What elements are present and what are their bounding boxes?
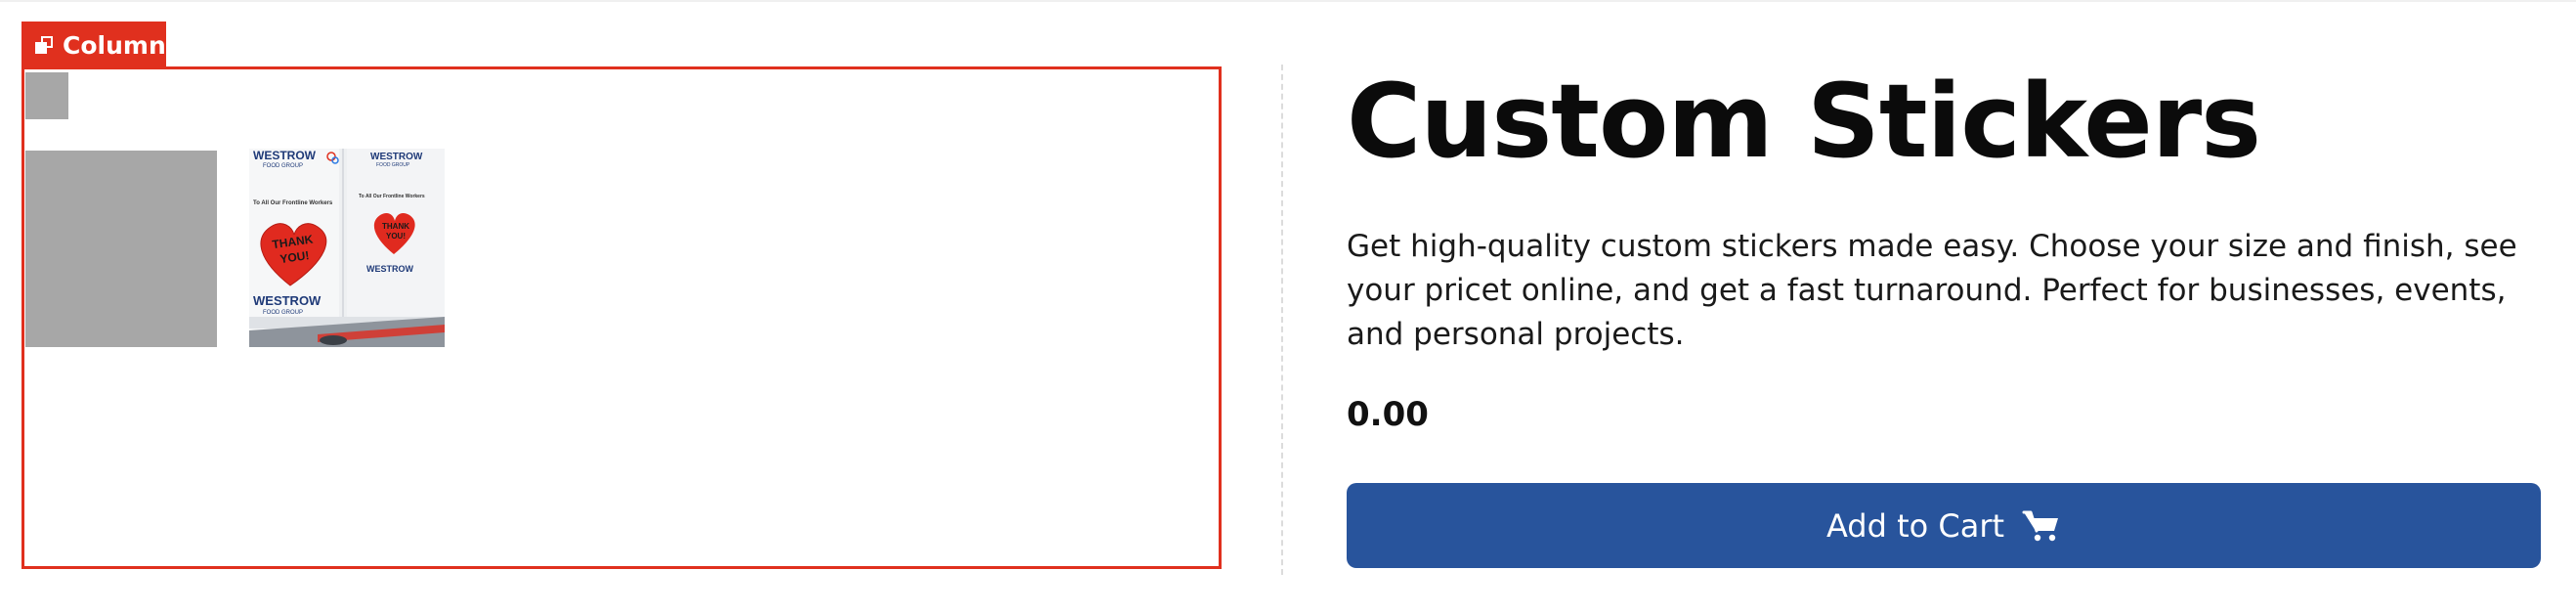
add-to-cart-button[interactable]: Add to Cart: [1347, 483, 2541, 568]
column-badge[interactable]: Column: [21, 22, 166, 68]
columns-icon: [35, 36, 53, 54]
product-price: 0.00: [1347, 395, 1429, 434]
product-description: Get high-quality custom stickers made ea…: [1347, 229, 2517, 352]
svg-text:YOU!: YOU!: [386, 232, 406, 241]
column-badge-label: Column: [63, 30, 166, 60]
cart-icon: [2022, 510, 2059, 541]
svg-text:WESTROW: WESTROW: [370, 152, 423, 162]
svg-text:To All Our Frontline Workers: To All Our Frontline Workers: [253, 200, 333, 206]
product-title: Custom Stickers: [1347, 62, 2261, 181]
gallery-image-placeholder[interactable]: [25, 151, 217, 347]
gallery-image-stickers[interactable]: WESTROW FOOD GROUP WESTROW FOOD GROUP To…: [249, 149, 445, 347]
svg-text:FOOD GROUP: FOOD GROUP: [263, 310, 303, 316]
svg-text:WESTROW: WESTROW: [253, 149, 317, 162]
column-divider: [1281, 65, 1283, 575]
svg-text:FOOD GROUP: FOOD GROUP: [376, 162, 410, 168]
image-placeholder-small[interactable]: [25, 72, 68, 119]
svg-text:THANK: THANK: [382, 222, 409, 231]
svg-text:WESTROW: WESTROW: [253, 293, 322, 308]
top-border: [0, 0, 2576, 2]
page: Column WESTROW FOOD GROUP WESTROW FOOD G…: [0, 0, 2576, 614]
svg-text:WESTROW: WESTROW: [366, 264, 413, 274]
svg-text:To All Our Frontline Workers: To All Our Frontline Workers: [359, 194, 425, 199]
svg-text:FOOD GROUP: FOOD GROUP: [263, 163, 303, 169]
add-to-cart-label: Add to Cart: [1825, 506, 2005, 545]
